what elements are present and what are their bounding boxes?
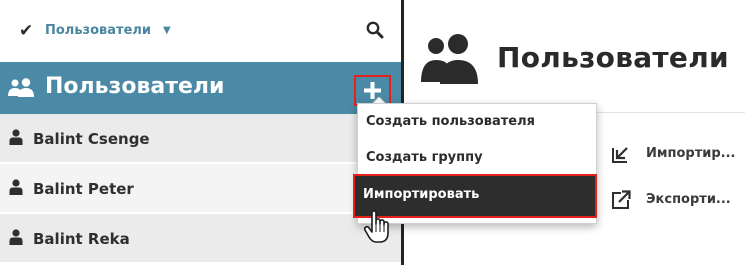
import-icon bbox=[612, 147, 628, 163]
user-name: Balint Csenge bbox=[33, 130, 150, 148]
search-icon[interactable] bbox=[365, 20, 385, 40]
group-header[interactable]: Пользователи bbox=[0, 62, 401, 114]
menu-item-label: Создать пользователя bbox=[366, 114, 535, 129]
page-title: Пользователи bbox=[497, 41, 729, 74]
user-name: Balint Reka bbox=[33, 230, 130, 248]
group-header-title: Пользователи bbox=[45, 74, 225, 99]
user-row[interactable]: Balint Csenge bbox=[0, 114, 401, 164]
checkmark-icon: ✔ bbox=[19, 21, 34, 41]
user-name: Balint Peter bbox=[33, 180, 134, 198]
import-action-label: Импортир... bbox=[646, 146, 736, 161]
user-icon bbox=[9, 179, 23, 195]
user-row[interactable]: Balint Peter bbox=[0, 164, 401, 214]
user-list: Balint Csenge Balint Peter Balint Reka bbox=[0, 114, 401, 264]
export-action-label: Экспорти... bbox=[646, 192, 731, 207]
users-group-icon bbox=[421, 34, 478, 84]
menu-item-create-user[interactable]: Создать пользователя bbox=[358, 106, 596, 140]
users-list-panel: ✔ Пользователи ▼ Пользователи Balint Cse… bbox=[0, 0, 401, 265]
users-group-icon bbox=[8, 78, 34, 97]
caret-down-icon[interactable]: ▼ bbox=[163, 23, 171, 39]
filter-dropdown[interactable]: Пользователи bbox=[45, 23, 151, 39]
export-icon bbox=[612, 190, 631, 209]
hand-cursor-icon bbox=[363, 210, 389, 243]
menu-item-create-group[interactable]: Создать группу bbox=[358, 142, 596, 176]
filter-bar: ✔ Пользователи ▼ bbox=[0, 0, 401, 62]
user-icon bbox=[9, 229, 23, 245]
user-icon bbox=[9, 129, 23, 145]
user-row[interactable]: Balint Reka bbox=[0, 214, 401, 264]
menu-item-label: Создать группу bbox=[366, 150, 483, 165]
menu-item-label: Импортировать bbox=[363, 187, 480, 202]
